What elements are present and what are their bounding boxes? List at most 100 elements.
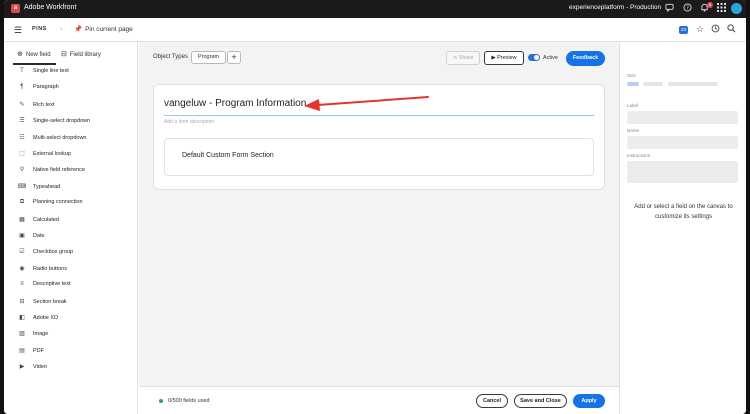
field-type-label: Video (33, 364, 47, 371)
field-type-icon: ▨ (19, 331, 25, 338)
field-type-item[interactable]: ◧ Adobe XD (17, 314, 58, 326)
menu-icon[interactable]: ☰ (14, 25, 22, 36)
size-option (668, 82, 718, 86)
count-badge[interactable]: 23 (679, 26, 688, 34)
feedback-button[interactable]: Feedback (566, 51, 605, 66)
apply-button[interactable]: Apply (573, 394, 605, 408)
field-type-label: Single-select dropdown (33, 118, 91, 125)
user-avatar[interactable] (731, 3, 742, 14)
field-type-icon: T (20, 68, 24, 74)
name-label: Name (627, 128, 640, 133)
field-type-label: Image (33, 331, 49, 338)
field-type-item[interactable]: ⊟ Section break (17, 298, 67, 310)
field-type-item[interactable]: ▨ Image (17, 330, 48, 342)
field-type-item[interactable]: ⚲ Native field reference (17, 166, 85, 178)
field-type-item[interactable]: ⧉ Planning connection (17, 199, 83, 211)
form-title-input[interactable]: vangeluw - Program Information (164, 98, 306, 109)
pins-label[interactable]: PINS (32, 26, 47, 32)
sidebar-tabs: ⊕ New field ⊟ Field library (4, 42, 138, 66)
active-tab-indicator (13, 63, 56, 65)
share-icon: ⋖ (452, 55, 458, 61)
field-type-icon: ⊟ (19, 298, 25, 305)
field-type-label: Native field reference (33, 167, 85, 174)
field-type-label: External lookup (33, 151, 71, 157)
share-label: Share (458, 55, 474, 61)
field-type-label: Planning connection (33, 199, 83, 206)
chat-icon[interactable] (664, 3, 675, 14)
section-title[interactable]: Default Custom Form Section (182, 152, 274, 159)
field-type-item[interactable]: ▶ Video (17, 363, 47, 375)
play-icon: ▶ (491, 55, 496, 61)
object-type-pill[interactable]: Program (191, 51, 227, 64)
field-type-item[interactable]: ⌨ Typeahead (17, 183, 61, 195)
field-type-icon: ☰ (19, 118, 25, 125)
adobe-logo-icon[interactable]: a (11, 4, 20, 13)
field-type-icon: ☑ (19, 249, 25, 256)
field-type-icon: ▶ (19, 364, 25, 371)
field-type-icon: ¶ (20, 84, 24, 91)
field-type-icon: ☷ (19, 134, 25, 141)
save-and-close-button[interactable]: Save and Close (514, 394, 567, 408)
field-type-item[interactable]: ☑ Checkbox group (17, 248, 73, 260)
empty-settings-message: Add or select a field on the canvas to c… (634, 204, 733, 220)
field-type-item[interactable]: ☰ Single-select dropdown (17, 117, 90, 129)
field-type-item[interactable]: ☷ Multi-select dropdown (17, 134, 86, 146)
field-type-item[interactable]: ▤ PDF (17, 347, 44, 359)
tab-field-library[interactable]: ⊟ Field library (61, 50, 101, 58)
field-type-item[interactable]: ✎ Rich text (17, 101, 54, 113)
field-type-icon: ≡ (20, 281, 24, 288)
field-type-item[interactable]: ▣ Date (17, 232, 45, 244)
app-window: a Adobe Workfront experienceplatform - P… (4, 0, 746, 414)
pin-current-label: Pin current page (85, 26, 133, 33)
field-type-label: Paragraph (33, 84, 59, 91)
field-type-label: Radio buttons (33, 265, 67, 272)
add-object-type-button[interactable]: + (227, 51, 241, 64)
form-description-input[interactable]: Add a form description (164, 119, 214, 125)
field-type-item[interactable]: T Single line text (17, 68, 69, 80)
pin-icon: 📌 (74, 26, 83, 33)
field-type-label: Adobe XD (33, 315, 59, 321)
field-type-item[interactable]: ⬚ External lookup (17, 150, 71, 162)
star-icon[interactable]: ☆ (696, 24, 704, 35)
apps-grid-icon[interactable] (716, 3, 727, 14)
preview-label: Preview (497, 55, 517, 61)
history-icon[interactable] (711, 24, 720, 35)
instructions-label: Instructions (627, 153, 651, 158)
field-type-item[interactable]: ¶ Paragraph (17, 84, 59, 96)
help-icon[interactable]: ? (682, 3, 693, 14)
field-type-label: Single line text (33, 68, 69, 74)
plus-circle-icon: ⊕ (17, 51, 23, 58)
pin-current-page-button[interactable]: 📌 Pin current page (74, 25, 133, 33)
preview-button[interactable]: ▶ Preview (484, 51, 524, 65)
field-type-label: Typeahead (33, 183, 61, 190)
size-option (643, 82, 663, 86)
name-field (627, 136, 738, 149)
tab-new-field[interactable]: ⊕ New field (17, 50, 51, 58)
instructions-field (627, 161, 738, 183)
field-type-item[interactable]: ▦ Calculated (17, 216, 59, 228)
cancel-button[interactable]: Cancel (476, 394, 508, 408)
form-section[interactable]: Default Custom Form Section (164, 138, 594, 176)
field-type-item[interactable]: ◉ Radio buttons (17, 265, 67, 277)
field-type-item[interactable]: ≡ Descriptive text (17, 281, 71, 293)
chevron-right-icon: › (60, 24, 63, 33)
tab-label: Field library (69, 52, 101, 58)
field-type-icon: ⬚ (19, 151, 25, 157)
field-type-icon: ▦ (19, 216, 25, 223)
active-label: Active (543, 55, 558, 61)
search-icon[interactable] (727, 24, 736, 35)
share-button[interactable]: ⋖ Share (446, 51, 480, 65)
instance-name: experienceplatform - Production (569, 4, 662, 11)
canvas-footer: 0/500 fields used Cancel Save and Close … (139, 386, 619, 414)
field-type-label: Date (33, 233, 45, 239)
field-type-label: Descriptive text (33, 281, 71, 288)
field-type-icon: ◉ (19, 265, 25, 272)
field-type-icon: ⚲ (19, 167, 25, 174)
form-card: vangeluw - Program Information Add a for… (153, 84, 605, 190)
fields-used-count: 0/500 fields used (168, 398, 210, 404)
tab-label: New field (25, 52, 51, 58)
field-type-icon: ◧ (19, 315, 25, 321)
field-type-label: Section break (33, 298, 67, 305)
active-toggle[interactable] (528, 54, 540, 61)
top-bar: a Adobe Workfront experienceplatform - P… (4, 0, 746, 18)
